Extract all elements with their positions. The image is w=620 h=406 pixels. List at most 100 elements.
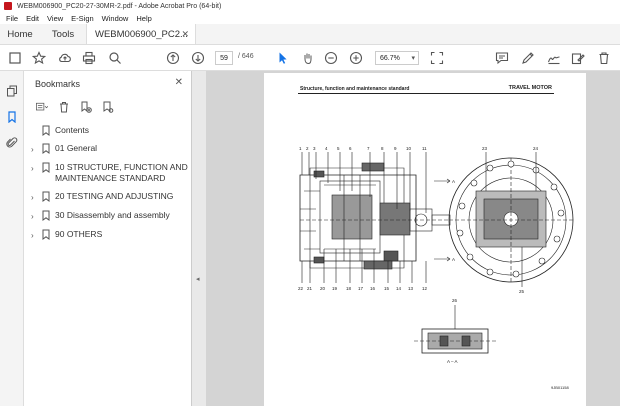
bookmark-label: 10 STRUCTURE, FUNCTION AND MAINTENANCE S…: [55, 162, 188, 183]
chevron-down-icon: ▾: [411, 55, 415, 62]
callout-label: 26: [452, 298, 458, 303]
select-cursor-icon[interactable]: [274, 49, 292, 67]
new-bookmark-icon[interactable]: [77, 99, 95, 115]
menu-esign[interactable]: E-Sign: [67, 14, 98, 23]
hand-tool-icon[interactable]: [299, 49, 317, 67]
close-icon[interactable]: ✕: [181, 29, 189, 40]
bookmark-general[interactable]: › 01 General: [31, 143, 189, 155]
callout-label: 4: [325, 146, 328, 151]
callout-label: 22: [298, 286, 304, 291]
bookmark-label: 20 TESTING AND ADJUSTING: [55, 191, 174, 201]
figure-id: 9JB01158: [551, 385, 569, 390]
bookmark-contents[interactable]: Contents: [31, 125, 189, 136]
menu-window[interactable]: Window: [98, 14, 133, 23]
cloud-upload-icon[interactable]: [56, 49, 74, 67]
bookmarks-panel-icon[interactable]: [4, 109, 20, 125]
zoom-level-value: 66.7%: [380, 54, 400, 62]
fit-page-icon[interactable]: [428, 49, 446, 67]
section-mark: A: [452, 179, 455, 184]
section-mark: A: [452, 257, 455, 262]
home-tools-icon[interactable]: [6, 49, 24, 67]
tab-document-label: WEBM006900_PC2...: [95, 28, 188, 40]
bookmark-disassembly[interactable]: › 30 Disassembly and assembly: [31, 210, 189, 222]
bookmarks-list: Contents › 01 General › 10 STRUCTURE, FU…: [31, 125, 189, 248]
panel-splitter[interactable]: ◂: [192, 71, 206, 406]
trash-icon[interactable]: [595, 49, 613, 67]
page-separator: /: [238, 53, 240, 60]
print-icon[interactable]: [80, 49, 98, 67]
options-menu-icon[interactable]: [33, 99, 51, 115]
bookmark-star-icon[interactable]: [30, 49, 48, 67]
menu-bar: File Edit View E-Sign Window Help: [0, 12, 620, 24]
callout-label: 2: [306, 146, 309, 151]
comment-icon[interactable]: [493, 49, 511, 67]
bookmark-others[interactable]: › 90 OTHERS: [31, 229, 189, 241]
bookmark-properties-icon[interactable]: [99, 99, 117, 115]
callout-label: 3: [313, 146, 316, 151]
search-icon[interactable]: [106, 49, 124, 67]
bookmark-icon: [42, 191, 50, 202]
callout-label: 18: [346, 286, 352, 291]
collapse-panel-icon[interactable]: ◂: [196, 275, 200, 283]
menu-view[interactable]: View: [43, 14, 67, 23]
callout-label: 7: [367, 146, 370, 151]
chevron-right-icon: [31, 125, 41, 126]
menu-help[interactable]: Help: [132, 14, 155, 23]
travel-motor-drawing: 1 2 3 4 5 6 7 8 9 10 11 22 21 20 19 18 1…: [298, 146, 574, 364]
callout-label: 6: [349, 146, 352, 151]
zoom-in-icon[interactable]: [347, 49, 365, 67]
bookmark-label: Contents: [55, 125, 90, 135]
callout-label: 1: [299, 146, 302, 151]
chevron-right-icon[interactable]: ›: [31, 229, 41, 241]
callout-label: 10: [406, 146, 412, 151]
tab-bar: Home Tools WEBM006900_PC2... ✕: [0, 24, 620, 45]
acrobat-app-icon: [4, 2, 12, 10]
callout-label: 23: [482, 146, 488, 151]
callout-label: 19: [332, 286, 338, 291]
callout-label: 15: [384, 286, 390, 291]
chevron-right-icon[interactable]: ›: [31, 210, 41, 222]
menu-edit[interactable]: Edit: [22, 14, 43, 23]
bookmarks-header: Bookmarks: [35, 79, 81, 89]
callout-label: 25: [519, 289, 525, 294]
bookmark-label: 90 OTHERS: [55, 229, 103, 239]
chevron-right-icon[interactable]: ›: [31, 143, 41, 155]
navigation-rail: [0, 71, 24, 406]
pen-highlight-icon[interactable]: [519, 49, 537, 67]
bookmark-icon: [42, 143, 50, 154]
document-viewer[interactable]: Structure, function and maintenance stan…: [206, 71, 620, 406]
callout-label: 5: [337, 146, 340, 151]
bookmark-structure-function[interactable]: › 10 STRUCTURE, FUNCTION AND MAINTENANCE…: [31, 162, 189, 184]
delete-bookmark-icon[interactable]: [55, 99, 73, 115]
page-total: 646: [241, 53, 254, 60]
page-thumbnails-icon[interactable]: [4, 83, 20, 99]
tab-tools[interactable]: Tools: [40, 24, 86, 44]
attachments-icon[interactable]: [4, 135, 20, 151]
tab-home[interactable]: Home: [0, 24, 40, 44]
bookmarks-toolbar: [33, 99, 117, 115]
callout-label: 9: [394, 146, 397, 151]
pdf-page: Structure, function and maintenance stan…: [264, 73, 586, 406]
page-number-input[interactable]: 59: [215, 51, 233, 65]
callout-label: 14: [396, 286, 402, 291]
sign-icon[interactable]: [545, 49, 563, 67]
chevron-right-icon[interactable]: ›: [31, 191, 41, 203]
callout-label: 12: [422, 286, 428, 291]
close-icon[interactable]: ✕: [175, 77, 183, 88]
chevron-right-icon[interactable]: ›: [31, 162, 41, 174]
main-toolbar: 59 / 646 66.7% ▾: [0, 45, 620, 71]
callout-label: 16: [370, 286, 376, 291]
edit-pdf-icon[interactable]: [569, 49, 587, 67]
bookmark-label: 01 General: [55, 143, 98, 153]
bookmark-icon: [42, 162, 50, 173]
window-title: WEBM006900_PC20-27-30MR-2.pdf - Adobe Ac…: [17, 2, 222, 10]
bookmark-icon: [42, 125, 50, 136]
tab-document[interactable]: WEBM006900_PC2... ✕: [86, 24, 196, 44]
bookmark-icon: [42, 229, 50, 240]
menu-file[interactable]: File: [2, 14, 22, 23]
bookmark-testing-adjusting[interactable]: › 20 TESTING AND ADJUSTING: [31, 191, 189, 203]
zoom-out-icon[interactable]: [322, 49, 340, 67]
previous-page-icon[interactable]: [164, 49, 182, 67]
next-page-icon[interactable]: [189, 49, 207, 67]
zoom-level-select[interactable]: 66.7% ▾: [375, 51, 419, 65]
